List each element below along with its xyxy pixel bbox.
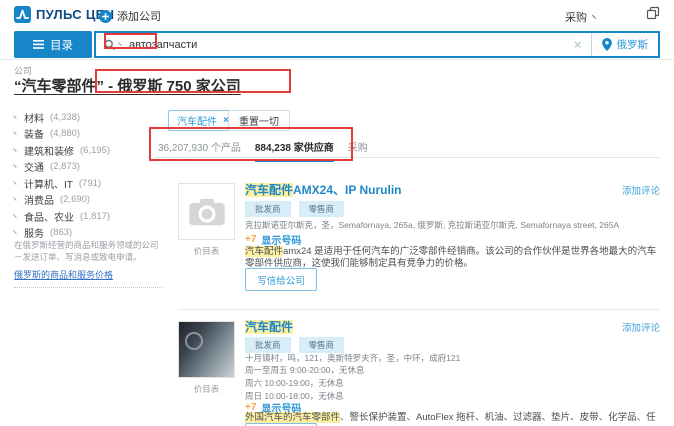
search-scope-selector[interactable] [96,39,129,51]
add-company-label: 添加公司 [117,11,161,23]
chevron-down-icon [13,211,19,218]
company-photo [179,322,234,377]
company-badges: 批发商 零售商 [245,337,345,353]
chevron-down-icon [591,11,600,20]
show-phone-link[interactable]: +7 显示号码 [245,232,301,247]
pricelist-link[interactable]: 价目表 [178,383,235,395]
page-title: “汽车零部件” - 俄罗斯 750 家公司 [14,75,241,96]
sidebar-item-transport[interactable]: 交通 (2,873) [13,159,166,176]
company-badges: 批发商 零售商 [245,201,345,217]
company-title-highlight: 汽车配件 [245,183,294,197]
company-title-highlight: 汽车配件 [245,320,294,334]
sidebar-note: 在俄罗斯经营的商品和服务领域的公司－发送订单、写消息或致电申请。 [14,240,159,262]
sidebar-item-computers-it[interactable]: 计算机、IT (791) [13,175,166,192]
procurement-dropdown[interactable]: 采购 [565,9,600,25]
write-company-button[interactable]: 写信给公司 [245,268,317,291]
badge-retailer: 零售商 [298,337,345,353]
company-thumbnail-photo[interactable] [178,321,235,378]
category-sidebar: 材料 (4,338) 装备 (4,880) 建筑和装修 (6,195) 交通 (… [13,109,166,241]
working-hours-saturday: 周六 10:00-19:00，无休息 [245,378,344,388]
add-review-link[interactable]: 添加评论 [622,183,660,197]
header-divider [0,59,674,60]
chevron-down-icon [118,40,124,46]
card-divider [178,309,660,310]
sidebar-item-consumer-goods[interactable]: 消费品 (2,690) [13,192,166,209]
show-phone-label: 显示号码 [261,236,302,247]
description-highlight: 汽车配件 [245,246,284,257]
badge-wholesaler: 批发商 [245,337,291,353]
search-input[interactable] [129,38,565,51]
chevron-down-icon [13,112,19,119]
location-label: 俄罗斯 [616,39,649,51]
badge-retailer: 零售商 [298,201,345,217]
procurement-label: 采购 [565,12,587,24]
search-icon [104,39,116,50]
company-address: 十月镇村，鸣，121，奥斯特罗夫齐，圣，中环，成府121 [245,353,461,363]
company-address: 克拉斯诺亚尔斯克，圣，Semafornaya, 265a, 俄罗斯, 克拉斯诺亚… [245,220,620,230]
location-pin-icon [601,38,612,51]
phone-prefix: +7 [245,234,257,245]
reset-all-button[interactable]: 重置一切 [228,110,290,131]
result-tabs: 36,207,930 个产品 884,238 家供应商 采购 [158,139,368,162]
company-title-link[interactable]: 汽车配件 [245,318,294,335]
chevron-down-icon [13,145,19,152]
company-description: 汽车配件amx24 是适用于任何汽车的广泛零部件经销商。该公司的合作伙伴是世界各… [245,246,665,269]
description-highlight: 外国汽车的汽车零部件 [245,412,341,423]
working-hours-weekdays: 周一至周五 9:00-20:00，无休息 [245,365,365,375]
filter-chip-label: 汽车配件 [177,117,217,128]
sidebar-prices-link[interactable]: 俄罗斯的商品和服务价格 [14,268,113,281]
search-bar: × 俄罗斯 [94,31,660,58]
company-title-rest: AMX24、IP Nurulin [293,183,402,197]
badge-wholesaler: 批发商 [245,201,291,217]
catalog-button[interactable]: 目录 [14,31,92,58]
sidebar-item-materials[interactable]: 材料 (4,338) [13,109,166,126]
tab-suppliers[interactable]: 884,238 家供应商 [254,139,334,162]
windows-copy-icon[interactable] [646,6,660,25]
logo-icon [14,6,31,23]
menu-icon [33,40,44,49]
description-rest: amx24 是适用于任何汽车的广泛零部件经销商。该公司的合作伙伴是世界各地最大的… [245,246,657,269]
tabs-divider [155,157,660,158]
chevron-down-icon [13,195,19,202]
company-title-link[interactable]: 汽车配件AMX24、IP Nurulin [245,181,401,198]
camera-icon [188,198,225,225]
sidebar-dotted-divider [14,287,162,288]
plus-icon [99,9,112,23]
chevron-down-icon [13,178,19,185]
page-title-query: “汽车零部件” [14,78,105,95]
sidebar-item-construction[interactable]: 建筑和装修 (6,195) [13,142,166,159]
clear-search-icon[interactable]: × [565,37,591,52]
pricelist-link[interactable]: 价目表 [178,245,235,257]
sidebar-item-food-agriculture[interactable]: 食品、农业 (1,817) [13,208,166,225]
add-review-link[interactable]: 添加评论 [622,320,660,334]
page-title-suffix: - 俄罗斯 750 家公司 [104,78,241,95]
tab-products[interactable]: 36,207,930 个产品 [158,139,241,162]
add-company-button[interactable]: 添加公司 [99,8,161,24]
page: ПУЛЬС ЦЕН 添加公司 采购 目录 автозапчасти × 俄罗斯 … [0,0,674,426]
chevron-down-icon [13,228,19,235]
tab-purchases[interactable]: 采购 [348,139,368,162]
location-picker[interactable]: 俄罗斯 [590,33,659,56]
sidebar-item-equipment[interactable]: 装备 (4,880) [13,126,166,143]
catalog-label: 目录 [50,39,73,52]
chevron-down-icon [13,162,19,169]
company-thumbnail-placeholder[interactable] [178,183,235,240]
chevron-down-icon [13,129,19,136]
